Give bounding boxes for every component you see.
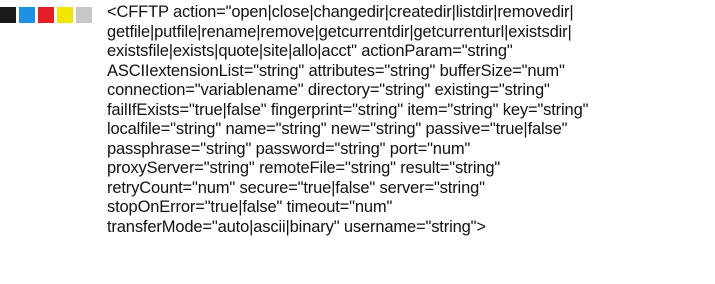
black-swatch xyxy=(0,7,16,23)
syntax-line: stopOnError="true|false" timeout="num" xyxy=(107,198,393,216)
syntax-line: getfile|putfile|rename|remove|getcurrent… xyxy=(107,22,572,41)
yellow-swatch xyxy=(57,7,73,23)
syntax-line: passphrase="string" password="string" po… xyxy=(107,139,471,158)
cfftp-syntax-block: <CFFTP action="open|close|changedir|crea… xyxy=(107,3,709,237)
blue-swatch xyxy=(19,7,35,23)
syntax-line: ASCIIextensionList="string" attributes="… xyxy=(107,61,565,80)
syntax-line: <CFFTP action="open|close|changedir|crea… xyxy=(107,3,574,21)
gray-swatch xyxy=(76,7,92,23)
syntax-line: proxyServer="string" remoteFile="string"… xyxy=(107,159,501,177)
syntax-line: failIfExists="true|false" fingerprint="s… xyxy=(107,100,589,119)
color-bar xyxy=(0,7,92,23)
syntax-line: transferMode="auto|ascii|binary" usernam… xyxy=(107,217,486,236)
syntax-line: connection="variablename" directory="str… xyxy=(107,81,550,99)
syntax-line: localfile="string" name="string" new="st… xyxy=(107,120,568,138)
red-swatch xyxy=(38,7,54,23)
syntax-line: retryCount="num" secure="true|false" ser… xyxy=(107,178,485,197)
syntax-line: existsfile|exists|quote|site|allo|acct" … xyxy=(107,42,513,60)
